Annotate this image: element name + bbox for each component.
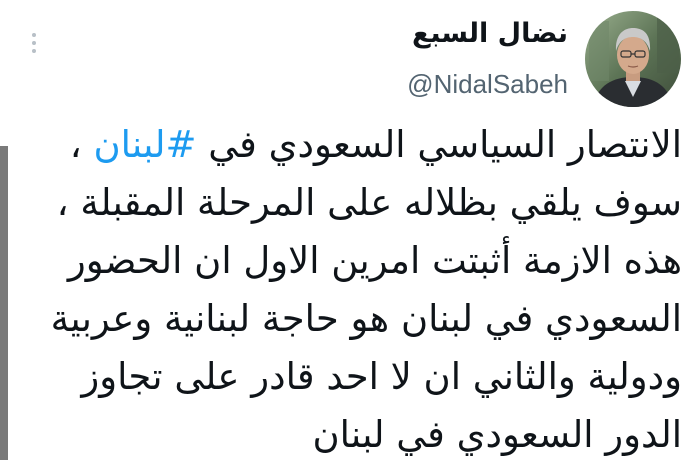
avatar[interactable] bbox=[585, 11, 681, 107]
tweet-card: نضال السبع @NidalSabeh الانتصار السياسي … bbox=[0, 0, 700, 460]
tweet-line: الدور السعودي في لبنان bbox=[312, 413, 682, 456]
profile-photo-icon bbox=[585, 11, 681, 107]
tweet-line: الانتصار السياسي السعودي في #لبنان ، bbox=[20, 118, 682, 171]
left-edge-strip bbox=[0, 146, 8, 460]
more-options-icon[interactable] bbox=[26, 26, 42, 60]
tweet-text: الانتصار السياسي السعودي في #لبنان ، سوف… bbox=[20, 118, 682, 460]
tweet-text-segment: الانتصار السياسي السعودي في bbox=[196, 123, 682, 166]
tweet-line: السعودي في لبنان هو حاجة لبنانية وعربية bbox=[50, 297, 682, 340]
tweet-text-segment: ، bbox=[69, 123, 94, 166]
menu-dot bbox=[32, 33, 36, 37]
author-info: نضال السبع @NidalSabeh bbox=[407, 16, 568, 100]
tweet-line: هذه الازمة أثبتت امرين الاول ان الحضور bbox=[67, 239, 682, 282]
author-display-name[interactable]: نضال السبع bbox=[407, 16, 568, 52]
menu-dot bbox=[32, 41, 36, 45]
author-handle[interactable]: @NidalSabeh bbox=[407, 68, 568, 100]
menu-dot bbox=[32, 49, 36, 53]
tweet-line: سوف يلقي بظلاله على المرحلة المقبلة ، bbox=[56, 181, 682, 224]
tweet-line: ودولية والثاني ان لا احد قادر على تجاوز bbox=[81, 355, 682, 398]
hashtag-link[interactable]: #لبنان bbox=[93, 123, 196, 166]
